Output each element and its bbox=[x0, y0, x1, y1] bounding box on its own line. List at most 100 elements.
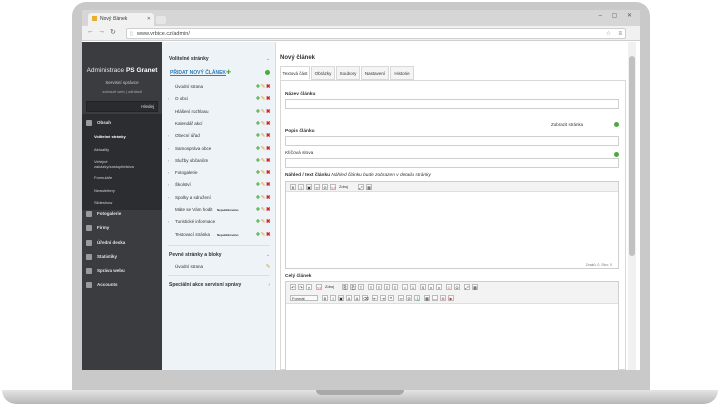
tab-textova-cast[interactable]: Textová část bbox=[280, 66, 310, 80]
align-left-icon[interactable]: ≡ bbox=[368, 284, 374, 290]
text-color-icon[interactable]: A bbox=[346, 295, 352, 301]
delete-icon[interactable]: ✖ bbox=[266, 121, 271, 127]
window-controls[interactable]: – ▢ ✕ bbox=[599, 12, 636, 19]
youtube-icon[interactable]: ▶ bbox=[448, 295, 454, 301]
blockquote-icon[interactable]: ❝ bbox=[388, 295, 394, 301]
chevron-right-icon[interactable]: › bbox=[168, 144, 169, 155]
tab-obrazky[interactable]: Obrázky bbox=[311, 66, 335, 80]
chevron-down-icon[interactable]: ⌄ bbox=[266, 252, 270, 258]
page-list-item[interactable]: Hlášení rozhlasu ✚✎✖ bbox=[162, 107, 276, 118]
browser-tab[interactable]: Nový článek ✕ bbox=[88, 13, 154, 26]
format-select[interactable]: Formát bbox=[290, 295, 318, 301]
page-list-item[interactable]: Kalendář akcí ✚✎✖ bbox=[162, 119, 276, 130]
subscript-icon[interactable]: x bbox=[428, 284, 434, 290]
tab-soubory[interactable]: Soubory bbox=[336, 66, 360, 80]
source-icon[interactable]: <> bbox=[330, 184, 336, 190]
delete-icon[interactable]: ✖ bbox=[266, 133, 271, 139]
address-bar[interactable]: ▯ www.vrbice.cz/admin/ ☆ ≡ bbox=[126, 28, 626, 39]
tab-nastaveni[interactable]: Nastavení bbox=[361, 66, 389, 80]
tab-historie[interactable]: Historie bbox=[390, 66, 414, 80]
numbered-list-icon[interactable]: 1 bbox=[410, 284, 416, 290]
show-page-toggle[interactable] bbox=[614, 122, 619, 127]
superscript-icon[interactable]: x bbox=[436, 284, 442, 290]
new-tab-button[interactable] bbox=[156, 16, 166, 24]
page-list-item[interactable]: › Fotogalerie ✚✎✖ bbox=[162, 168, 276, 179]
close-icon[interactable]: ✕ bbox=[147, 13, 151, 26]
chevron-right-icon[interactable]: › bbox=[168, 156, 169, 167]
chevron-right-icon[interactable]: › bbox=[168, 168, 169, 179]
page-list-item[interactable]: › Turistické informace ✚✎✖ bbox=[162, 217, 276, 228]
unlink-icon[interactable]: ⊘ bbox=[406, 295, 412, 301]
chevron-right-icon[interactable]: › bbox=[168, 94, 169, 105]
table-icon[interactable]: ▦ bbox=[366, 184, 372, 190]
sidebar-item-firmy[interactable]: Firmy bbox=[82, 220, 162, 236]
hr-icon[interactable]: — bbox=[432, 295, 438, 301]
search-input[interactable]: Hledej bbox=[86, 101, 158, 112]
sidebar-subitem[interactable]: Formuláře bbox=[82, 175, 162, 180]
special-actions-heading[interactable]: Speciální akce servisní správy bbox=[169, 282, 241, 288]
italic-icon[interactable]: I bbox=[330, 295, 336, 301]
align-center-icon[interactable]: ≡ bbox=[376, 284, 382, 290]
unlink-icon[interactable]: ⊘ bbox=[322, 184, 328, 190]
undo-icon[interactable]: ↶ bbox=[290, 284, 296, 290]
copy-icon[interactable]: ⎘ bbox=[342, 284, 348, 290]
keywords-input[interactable] bbox=[285, 158, 619, 168]
sidebar-subitem[interactable]: Newslettery bbox=[82, 188, 162, 193]
sidebar-subitem[interactable]: Aktuality bbox=[82, 147, 162, 152]
scrollbar-thumb[interactable] bbox=[629, 56, 635, 256]
full-article-editor[interactable]: ↶ ↷ ⌕ <> Zdroj ⎘ ⎗ T ≡ ≡ ≡ ≡ • 1 S x x ☺… bbox=[285, 281, 619, 370]
find-icon[interactable]: ⌕ bbox=[306, 284, 312, 290]
bold-icon[interactable]: B bbox=[290, 184, 296, 190]
chevron-down-icon[interactable]: ⌄ bbox=[266, 56, 270, 62]
italic-icon[interactable]: I bbox=[298, 184, 304, 190]
table-icon[interactable]: ▦ bbox=[424, 295, 430, 301]
smiley-icon[interactable]: ☺ bbox=[446, 284, 452, 290]
chevron-right-icon[interactable]: › bbox=[168, 180, 169, 191]
delete-icon[interactable]: ✖ bbox=[266, 109, 271, 115]
page-list-item[interactable]: Úvodní strana ✚✎✖ bbox=[162, 82, 276, 93]
outdent-icon[interactable]: ⇤ bbox=[372, 295, 378, 301]
anchor-icon[interactable]: ⚓ bbox=[414, 295, 420, 301]
delete-icon[interactable]: ✖ bbox=[266, 232, 271, 238]
align-justify-icon[interactable]: ≡ bbox=[392, 284, 398, 290]
page-list-item[interactable]: Testovací stránka Nepublikováno ✚✎✖ bbox=[162, 230, 276, 241]
add-article-link[interactable]: PŘIDAT NOVÝ ČLÁNEK bbox=[170, 70, 226, 76]
link-icon[interactable]: ∞ bbox=[398, 295, 404, 301]
image-icon[interactable]: ▣ bbox=[338, 295, 344, 301]
menu-icon[interactable]: ≡ bbox=[618, 29, 622, 39]
page-list-item[interactable]: › Školství ✚✎✖ bbox=[162, 180, 276, 191]
strike-icon[interactable]: S bbox=[420, 284, 426, 290]
page-list-item[interactable]: › O obci ✚✎✖ bbox=[162, 94, 276, 105]
page-list-item[interactable]: › Samospráva obce ✚✎✖ bbox=[162, 144, 276, 155]
delete-icon[interactable]: ✖ bbox=[266, 84, 271, 90]
reload-icon[interactable]: ↻ bbox=[110, 28, 116, 36]
source-icon[interactable]: <> bbox=[316, 284, 322, 290]
link-icon[interactable]: ∞ bbox=[314, 184, 320, 190]
maximize-icon[interactable]: ⤢ bbox=[464, 284, 470, 290]
delete-icon[interactable]: ✖ bbox=[266, 195, 271, 201]
delete-icon[interactable]: ✖ bbox=[266, 182, 271, 188]
delete-icon[interactable]: ✖ bbox=[266, 158, 271, 164]
page-list-item[interactable]: › Obecní úřad ✚✎✖ bbox=[162, 131, 276, 142]
preview-editor[interactable]: B I ▣ ∞ ⊘ <> Zdroj ⤢ ▦ Znaků: 0, Slov: 0 bbox=[285, 181, 619, 269]
sidebar-item-obsah[interactable]: Obsah bbox=[82, 115, 162, 131]
star-icon[interactable]: ☆ bbox=[606, 29, 611, 39]
sidebar-item-accounts[interactable]: Accounts bbox=[82, 277, 162, 293]
maximize-icon[interactable]: ⤢ bbox=[358, 184, 364, 190]
image-icon[interactable]: ▣ bbox=[306, 184, 312, 190]
user-links[interactable]: zobrazit web | odhlásit bbox=[82, 89, 162, 94]
indent-icon[interactable]: ⇥ bbox=[380, 295, 386, 301]
sidebar-subitem[interactable]: Slideshow bbox=[82, 200, 162, 205]
forward-icon[interactable]: → bbox=[98, 28, 105, 35]
chevron-right-icon[interactable]: › bbox=[168, 131, 169, 142]
delete-icon[interactable]: ✖ bbox=[266, 207, 271, 213]
delete-icon[interactable]: ✖ bbox=[266, 146, 271, 152]
remove-format-icon[interactable]: ⌫ bbox=[362, 295, 369, 301]
scrollbar[interactable] bbox=[628, 42, 636, 370]
search-button[interactable]: Hledej bbox=[141, 104, 154, 109]
sidebar-subitem[interactable]: Veřejné zakázky/zastupitelstva bbox=[82, 159, 148, 169]
list-item[interactable]: Úvodní strana ✎ bbox=[162, 262, 276, 273]
bold-icon[interactable]: B bbox=[322, 295, 328, 301]
bulleted-list-icon[interactable]: • bbox=[402, 284, 408, 290]
chevron-right-icon[interactable]: › bbox=[168, 193, 169, 204]
